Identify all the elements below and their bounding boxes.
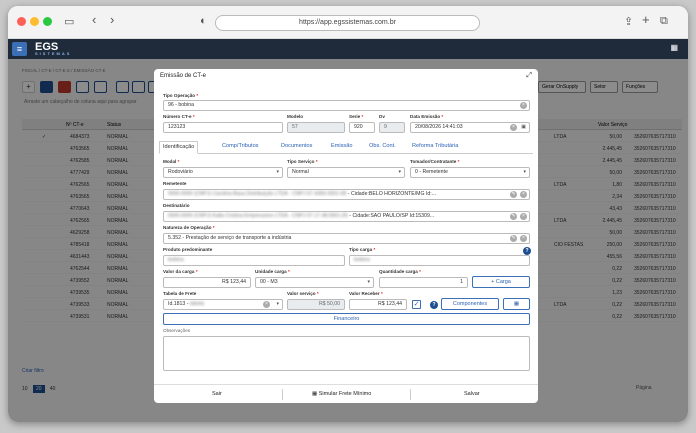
app-header: ≡ EGS SISTEMAS ▦	[8, 39, 688, 59]
numero-input[interactable]: 123123	[163, 122, 283, 133]
valor-servico-input: R$ 50,00	[287, 299, 345, 310]
sair-button[interactable]: Sair	[212, 391, 222, 397]
edit-icon[interactable]: ✎	[510, 191, 517, 198]
calculator-icon[interactable]: ▦	[503, 298, 530, 310]
tipo-carga-input[interactable]: bobina	[349, 255, 530, 266]
produto-input[interactable]: bobina	[163, 255, 345, 266]
modelo-label: Modelo	[287, 114, 304, 119]
simular-button[interactable]: ▦ Simular Frete Mínimo	[312, 391, 371, 397]
sidebar-icon[interactable]: ▭	[64, 15, 74, 28]
expand-icon[interactable]: ⤢	[526, 72, 532, 80]
modal-footer: Sair ▦ Simular Frete Mínimo Salvar	[154, 384, 538, 403]
clear-icon[interactable]: ×	[263, 301, 270, 308]
modal-select[interactable]: Rodoviário ▾	[163, 167, 283, 178]
browser-chrome: ▭ ‹ › ◐ https://app.egssistemas.com.br ⇪…	[8, 6, 688, 39]
hamburger-menu-icon[interactable]: ≡	[12, 42, 27, 56]
modal-title: Emissão de CT-e	[160, 73, 207, 79]
modal-tabs: Identificação Comp/Tributos Documentos E…	[159, 141, 533, 154]
quantidade-input[interactable]: 1	[379, 277, 468, 288]
help-icon[interactable]: ?	[430, 301, 438, 309]
chevron-down-icon: ▾	[523, 169, 526, 175]
numero-label: Número CT-e *	[163, 114, 195, 119]
produto-label: Produto predominante	[163, 247, 213, 252]
unidade-select[interactable]: 00 - M3 ▾	[255, 277, 374, 288]
add-carga-button[interactable]: + Carga	[472, 276, 530, 288]
tabela-select[interactable]: Id.1813 - tabela × ▾	[163, 299, 283, 310]
back-icon[interactable]: ‹	[92, 12, 96, 27]
clear-icon[interactable]: ×	[520, 235, 527, 242]
serie-label: Serie *	[349, 114, 364, 119]
remetente-input[interactable]: 0000.0000 (CNPJ) Carolina Basa Distribui…	[163, 189, 530, 200]
componentes-button[interactable]: Componentes	[441, 298, 499, 310]
edit-icon[interactable]: ✎	[510, 213, 517, 220]
share-icon[interactable]: ⇪	[624, 15, 633, 28]
maximize-dot[interactable]	[43, 17, 52, 26]
valor-servico-label: Valor serviço *	[287, 291, 319, 296]
forward-icon[interactable]: ›	[110, 12, 114, 27]
destinatario-input[interactable]: 0000.0000 (CNPJ) Kalla Cristina Empresar…	[163, 211, 530, 222]
edit-icon[interactable]: ✎	[510, 235, 517, 242]
data-input[interactable]: 20/08/2026 14:41:03 × ▣	[410, 122, 530, 133]
obs-textarea[interactable]	[163, 336, 530, 371]
natureza-label: Natureza de Operação *	[163, 225, 215, 230]
financeiro-button[interactable]: Financeiro	[163, 313, 530, 325]
minimize-dot[interactable]	[30, 17, 39, 26]
valor-receber-label: Valor Receber *	[349, 291, 383, 296]
tomador-label: Tomador/Contratante *	[410, 159, 460, 164]
dv-input: 9	[379, 122, 405, 133]
tab-identificacao[interactable]: Identificação	[159, 141, 199, 154]
tabela-label: Tabela de Frete	[163, 291, 197, 296]
tab-documentos[interactable]: Documentos	[281, 143, 312, 149]
modelo-input: 57	[287, 122, 345, 133]
valor-carga-input[interactable]: R$ 123,44	[163, 277, 251, 288]
chevron-down-icon: ▾	[398, 169, 401, 175]
clear-icon[interactable]: ×	[520, 213, 527, 220]
tab-comp-tributos[interactable]: Comp/Tributos	[222, 143, 258, 149]
shield-icon: ◐	[200, 15, 207, 27]
clear-date-icon[interactable]: ×	[510, 124, 517, 131]
tipo-op-label: Tipo Operação *	[163, 93, 199, 98]
divider	[410, 389, 411, 400]
tipo-op-select[interactable]: 96 - bobina ×	[163, 100, 530, 111]
clear-icon[interactable]: ×	[520, 191, 527, 198]
calculator-icon: ▦	[312, 391, 318, 397]
divider	[282, 389, 283, 400]
valor-receber-input[interactable]: R$ 123,44	[349, 299, 407, 310]
chevron-down-icon: ▾	[276, 169, 279, 175]
close-dot[interactable]	[17, 17, 26, 26]
help-icon[interactable]: ?	[523, 247, 531, 255]
tipo-carga-label: Tipo carga *	[349, 247, 376, 252]
grid-icon[interactable]: ▦	[670, 43, 678, 52]
natureza-input[interactable]: 5.352 - Prestação de serviço de transpor…	[163, 233, 530, 244]
tab-obs-cont[interactable]: Obs. Cont.	[369, 143, 396, 149]
remetente-label: Remetente	[163, 181, 187, 186]
chevron-down-icon: ▾	[276, 301, 279, 307]
obs-label: Observações	[163, 328, 191, 333]
tipo-servico-select[interactable]: Normal ▾	[287, 167, 405, 178]
receber-checkbox[interactable]: ✓	[412, 300, 421, 309]
logo: EGS SISTEMAS	[35, 41, 72, 56]
tab-emissao[interactable]: Emissão	[331, 143, 352, 149]
chevron-down-icon: ▾	[367, 279, 370, 285]
dv-label: Dv	[379, 114, 385, 119]
tipo-servico-label: Tipo Serviço *	[287, 159, 318, 164]
unidade-label: Unidade carga *	[255, 269, 290, 274]
tabs-icon[interactable]: ⧉	[660, 15, 668, 28]
quantidade-label: Quantidade carga *	[379, 269, 421, 274]
destinatario-label: Destinatário	[163, 203, 190, 208]
tomador-select[interactable]: 0 - Remetente ▾	[410, 167, 530, 178]
data-label: Data Emissão *	[410, 114, 444, 119]
cte-modal: Emissão de CT-e ⤢ Tipo Operação * 96 - b…	[154, 69, 538, 403]
tab-reforma[interactable]: Reforma Tributária	[412, 143, 458, 149]
valor-carga-label: Valor da carga *	[163, 269, 198, 274]
modal-label: Modal *	[163, 159, 180, 164]
calendar-icon[interactable]: ▣	[521, 123, 526, 132]
new-tab-icon[interactable]: +	[642, 12, 650, 27]
address-bar[interactable]: https://app.egssistemas.com.br	[215, 15, 480, 31]
clear-icon[interactable]: ×	[520, 102, 527, 109]
serie-input[interactable]: 920	[349, 122, 375, 133]
salvar-button[interactable]: Salvar	[464, 391, 480, 397]
browser-window: ▭ ‹ › ◐ https://app.egssistemas.com.br ⇪…	[8, 6, 688, 422]
